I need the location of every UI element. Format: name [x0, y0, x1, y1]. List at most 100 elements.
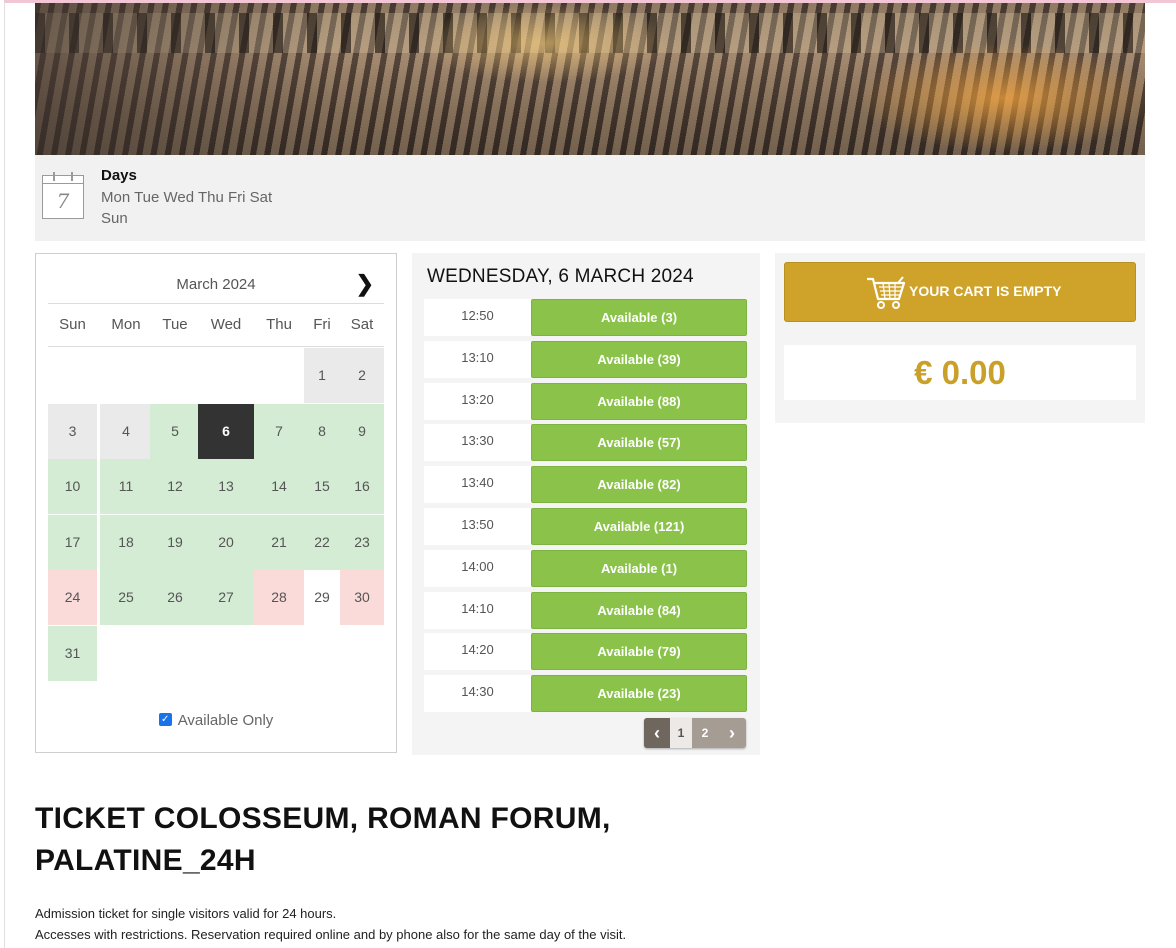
hero-image — [35, 3, 1145, 155]
pager-page-2[interactable]: 2 — [692, 718, 718, 748]
slot-time: 14:00 — [461, 558, 494, 574]
time-slot-row: 14:10 Available (84) — [424, 591, 747, 629]
slot-time: 13:20 — [461, 391, 494, 407]
slot-time: 13:30 — [461, 433, 494, 449]
slot-availability-button[interactable]: Available (82) — [531, 466, 747, 504]
time-slot-row: 13:30 Available (57) — [424, 424, 747, 462]
calendar-day-23[interactable]: 23 — [340, 514, 384, 570]
calendar-day-7[interactable]: 7 — [254, 403, 304, 459]
slot-time: 14:30 — [461, 684, 494, 700]
time-slot-row: 13:20 Available (88) — [424, 382, 747, 420]
product-title-line1: TICKET COLOSSEUM, ROMAN FORUM, — [35, 802, 611, 835]
available-only-toggle[interactable]: ✓ Available Only — [36, 712, 396, 729]
slot-availability-button[interactable]: Available (79) — [531, 633, 747, 671]
slot-availability-button[interactable]: Available (84) — [531, 591, 747, 629]
slot-availability-button[interactable]: Available (23) — [531, 675, 747, 713]
slot-availability-button[interactable]: Available (39) — [531, 340, 747, 378]
calendar-day-6[interactable]: 6 — [198, 403, 254, 459]
slots-pager: ‹ 1 2 › — [644, 718, 746, 748]
calendar-day-21[interactable]: 21 — [254, 514, 304, 570]
weekday-sun: Sun — [59, 316, 86, 333]
calendar-day-13[interactable]: 13 — [198, 459, 254, 514]
slot-availability-button[interactable]: Available (88) — [531, 382, 747, 420]
product-title-line2: PALATINE_24H — [35, 844, 256, 877]
weekday-mon: Mon — [111, 316, 141, 333]
time-slot-row: 14:30 Available (23) — [424, 675, 747, 713]
calendar-day-8[interactable]: 8 — [304, 403, 340, 459]
cart-total: € 0.00 — [784, 345, 1136, 400]
calendar-day-15[interactable]: 15 — [304, 459, 340, 514]
time-slot-row: 14:20 Available (79) — [424, 633, 747, 671]
cart-button[interactable]: YOUR CART IS EMPTY — [784, 262, 1136, 322]
calendar-day-1: 1 — [304, 348, 340, 403]
time-slot-row: 14:00 Available (1) — [424, 549, 747, 587]
cart-label: YOUR CART IS EMPTY — [909, 283, 1062, 299]
calendar-day-24: 24 — [48, 570, 97, 625]
time-slot-row: 12:50 Available (3) — [424, 299, 747, 336]
calendar-day-17[interactable]: 17 — [48, 514, 97, 570]
calendar-day-30: 30 — [340, 570, 384, 625]
time-slot-row: 13:40 Available (82) — [424, 466, 747, 504]
calendar-day-3: 3 — [48, 403, 97, 459]
calendar-day-26[interactable]: 26 — [150, 570, 200, 625]
calendar-day-18[interactable]: 18 — [100, 514, 152, 570]
calendar-day-20[interactable]: 20 — [198, 514, 254, 570]
days-title: Days — [101, 167, 137, 184]
calendar-day-11[interactable]: 11 — [100, 459, 152, 514]
available-only-checkbox[interactable]: ✓ — [158, 712, 172, 726]
selected-date-title: WEDNESDAY, 6 MARCH 2024 — [427, 266, 694, 287]
calendar-days-grid: 1 2 3 4 5 6 7 8 9 10 11 12 13 14 15 16 17 18 19 20 21 22 23 24 2… — [48, 346, 384, 681]
weekday-wed: Wed — [210, 316, 242, 333]
weekday-sat: Sat — [350, 316, 374, 333]
date-calendar: March 2024 ❯ Sun Mon Tue Wed Thu Fri Sat 12345… — [35, 253, 397, 753]
time-slot-row: 13:10 Available (39) — [424, 340, 747, 378]
slot-availability-button[interactable]: Available (3) — [531, 299, 747, 336]
slot-time: 12:50 — [461, 308, 494, 323]
shopping-cart-icon — [867, 276, 906, 309]
calendar-day-14[interactable]: 14 — [254, 459, 304, 514]
days-list: Mon Tue Wed Thu Fri Sat Sun — [101, 189, 273, 227]
calendar-header: March 2024 ❯ — [48, 268, 384, 304]
slot-time: 13:50 — [461, 517, 494, 532]
pager-prev-button[interactable]: ‹ — [644, 718, 670, 748]
weekday-thu: Thu — [266, 316, 292, 333]
product-title: TICKET COLOSSEUM, ROMAN FORUM, PALATINE_… — [35, 798, 735, 882]
chevron-right-icon: ❯ — [355, 271, 374, 296]
calendar-day-10[interactable]: 10 — [48, 459, 97, 514]
weekday-fri: Fri — [313, 316, 331, 333]
pager-next-button[interactable]: › — [718, 718, 746, 748]
calendar-icon: 7 — [42, 172, 84, 219]
slot-availability-button[interactable]: Available (1) — [531, 549, 747, 587]
calendar-month-label: March 2024 — [176, 276, 256, 293]
calendar-day-25[interactable]: 25 — [100, 570, 152, 625]
product-description: Admission ticket for single visitors val… — [35, 903, 935, 945]
pager-page-1[interactable]: 1 — [670, 718, 692, 748]
time-slot-row: 13:50 Available (121) — [424, 508, 747, 545]
slot-time: 14:20 — [461, 642, 494, 658]
days-info: 7 Days Mon Tue Wed Thu Fri Sat Sun — [35, 155, 1145, 241]
cart-panel: YOUR CART IS EMPTY € 0.00 — [775, 253, 1145, 423]
slot-time: 13:10 — [461, 349, 494, 365]
product-desc-line1: Admission ticket for single visitors val… — [35, 906, 337, 921]
slot-time: 13:40 — [461, 475, 494, 491]
calendar-day-19[interactable]: 19 — [150, 514, 200, 570]
calendar-day-9[interactable]: 9 — [340, 403, 384, 459]
calendar-day-4: 4 — [100, 403, 152, 459]
calendar-weekdays: Sun Mon Tue Wed Thu Fri Sat — [48, 312, 384, 346]
calendar-day-16[interactable]: 16 — [340, 459, 384, 514]
available-only-label: Available Only — [177, 712, 274, 729]
slot-time: 14:10 — [461, 600, 494, 616]
slot-availability-button[interactable]: Available (121) — [531, 508, 747, 545]
calendar-day-2: 2 — [340, 348, 384, 403]
calendar-day-29: 29 — [304, 570, 340, 625]
slot-availability-button[interactable]: Available (57) — [531, 424, 747, 462]
calendar-day-27[interactable]: 27 — [198, 570, 254, 625]
calendar-day-5[interactable]: 5 — [150, 403, 200, 459]
calendar-day-28: 28 — [254, 570, 304, 625]
calendar-day-12[interactable]: 12 — [150, 459, 200, 514]
time-slots-panel: WEDNESDAY, 6 MARCH 2024 ‹ 1 2 › 12:50 Ava… — [412, 253, 760, 755]
calendar-day-31[interactable]: 31 — [48, 625, 97, 681]
weekday-tue: Tue — [162, 316, 188, 333]
next-month-button[interactable]: ❯ — [356, 271, 374, 297]
calendar-day-22[interactable]: 22 — [304, 514, 340, 570]
